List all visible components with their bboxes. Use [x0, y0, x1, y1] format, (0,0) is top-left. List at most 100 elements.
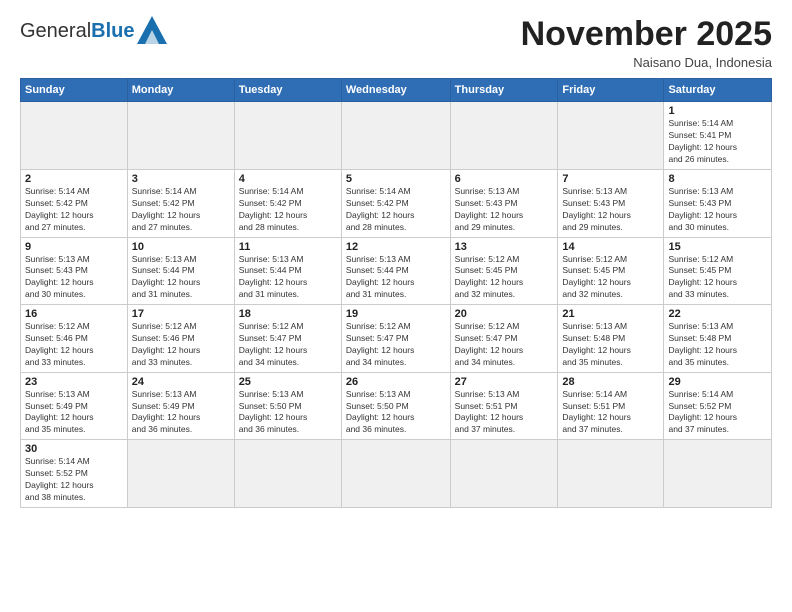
header: GeneralBlue November 2025 Naisano Dua, I… [20, 16, 772, 70]
day-info: Sunrise: 5:13 AM Sunset: 5:43 PM Dayligh… [455, 186, 554, 234]
day-info: Sunrise: 5:12 AM Sunset: 5:46 PM Dayligh… [25, 321, 123, 369]
day-info: Sunrise: 5:12 AM Sunset: 5:45 PM Dayligh… [562, 254, 659, 302]
day-info: Sunrise: 5:13 AM Sunset: 5:48 PM Dayligh… [562, 321, 659, 369]
day-cell: 7Sunrise: 5:13 AM Sunset: 5:43 PM Daylig… [558, 169, 664, 237]
day-cell [450, 102, 558, 170]
day-cell: 27Sunrise: 5:13 AM Sunset: 5:51 PM Dayli… [450, 372, 558, 440]
day-number: 25 [239, 376, 337, 388]
day-number: 2 [25, 173, 123, 185]
day-number: 14 [562, 241, 659, 253]
day-info: Sunrise: 5:14 AM Sunset: 5:41 PM Dayligh… [668, 118, 767, 166]
day-info: Sunrise: 5:13 AM Sunset: 5:50 PM Dayligh… [239, 389, 337, 437]
day-number: 12 [346, 241, 446, 253]
day-info: Sunrise: 5:13 AM Sunset: 5:43 PM Dayligh… [25, 254, 123, 302]
weekday-header-row: Sunday Monday Tuesday Wednesday Thursday… [21, 79, 772, 102]
day-cell [127, 102, 234, 170]
day-number: 15 [668, 241, 767, 253]
day-info: Sunrise: 5:12 AM Sunset: 5:47 PM Dayligh… [239, 321, 337, 369]
page: GeneralBlue November 2025 Naisano Dua, I… [0, 0, 792, 612]
day-number: 17 [132, 308, 230, 320]
day-info: Sunrise: 5:13 AM Sunset: 5:51 PM Dayligh… [455, 389, 554, 437]
day-cell: 13Sunrise: 5:12 AM Sunset: 5:45 PM Dayli… [450, 237, 558, 305]
day-info: Sunrise: 5:12 AM Sunset: 5:46 PM Dayligh… [132, 321, 230, 369]
day-cell [664, 440, 772, 508]
day-cell: 26Sunrise: 5:13 AM Sunset: 5:50 PM Dayli… [341, 372, 450, 440]
day-info: Sunrise: 5:13 AM Sunset: 5:43 PM Dayligh… [668, 186, 767, 234]
day-info: Sunrise: 5:14 AM Sunset: 5:42 PM Dayligh… [346, 186, 446, 234]
day-cell: 6Sunrise: 5:13 AM Sunset: 5:43 PM Daylig… [450, 169, 558, 237]
day-number: 1 [668, 105, 767, 117]
day-number: 3 [132, 173, 230, 185]
month-title: November 2025 [521, 16, 772, 53]
day-cell: 24Sunrise: 5:13 AM Sunset: 5:49 PM Dayli… [127, 372, 234, 440]
day-number: 24 [132, 376, 230, 388]
header-thursday: Thursday [450, 79, 558, 102]
day-number: 30 [25, 443, 123, 455]
week-row-3: 16Sunrise: 5:12 AM Sunset: 5:46 PM Dayli… [21, 305, 772, 373]
day-info: Sunrise: 5:14 AM Sunset: 5:51 PM Dayligh… [562, 389, 659, 437]
day-cell [341, 440, 450, 508]
day-info: Sunrise: 5:13 AM Sunset: 5:44 PM Dayligh… [239, 254, 337, 302]
day-info: Sunrise: 5:13 AM Sunset: 5:49 PM Dayligh… [25, 389, 123, 437]
day-cell [234, 102, 341, 170]
day-info: Sunrise: 5:14 AM Sunset: 5:42 PM Dayligh… [132, 186, 230, 234]
calendar-table: Sunday Monday Tuesday Wednesday Thursday… [20, 78, 772, 507]
day-cell: 21Sunrise: 5:13 AM Sunset: 5:48 PM Dayli… [558, 305, 664, 373]
day-cell: 1Sunrise: 5:14 AM Sunset: 5:41 PM Daylig… [664, 102, 772, 170]
day-number: 19 [346, 308, 446, 320]
day-info: Sunrise: 5:14 AM Sunset: 5:52 PM Dayligh… [25, 456, 123, 504]
day-info: Sunrise: 5:13 AM Sunset: 5:50 PM Dayligh… [346, 389, 446, 437]
day-cell [341, 102, 450, 170]
day-cell: 30Sunrise: 5:14 AM Sunset: 5:52 PM Dayli… [21, 440, 128, 508]
day-number: 21 [562, 308, 659, 320]
header-monday: Monday [127, 79, 234, 102]
day-cell: 4Sunrise: 5:14 AM Sunset: 5:42 PM Daylig… [234, 169, 341, 237]
day-cell: 10Sunrise: 5:13 AM Sunset: 5:44 PM Dayli… [127, 237, 234, 305]
day-number: 16 [25, 308, 123, 320]
day-number: 18 [239, 308, 337, 320]
day-cell: 18Sunrise: 5:12 AM Sunset: 5:47 PM Dayli… [234, 305, 341, 373]
subtitle: Naisano Dua, Indonesia [521, 55, 772, 70]
day-number: 5 [346, 173, 446, 185]
day-cell: 5Sunrise: 5:14 AM Sunset: 5:42 PM Daylig… [341, 169, 450, 237]
day-cell: 2Sunrise: 5:14 AM Sunset: 5:42 PM Daylig… [21, 169, 128, 237]
day-cell: 22Sunrise: 5:13 AM Sunset: 5:48 PM Dayli… [664, 305, 772, 373]
day-info: Sunrise: 5:14 AM Sunset: 5:42 PM Dayligh… [25, 186, 123, 234]
day-cell [21, 102, 128, 170]
day-cell [234, 440, 341, 508]
day-cell: 12Sunrise: 5:13 AM Sunset: 5:44 PM Dayli… [341, 237, 450, 305]
day-cell: 25Sunrise: 5:13 AM Sunset: 5:50 PM Dayli… [234, 372, 341, 440]
day-number: 6 [455, 173, 554, 185]
header-saturday: Saturday [664, 79, 772, 102]
day-cell [450, 440, 558, 508]
week-row-0: 1Sunrise: 5:14 AM Sunset: 5:41 PM Daylig… [21, 102, 772, 170]
day-cell [558, 102, 664, 170]
day-cell: 8Sunrise: 5:13 AM Sunset: 5:43 PM Daylig… [664, 169, 772, 237]
day-cell: 19Sunrise: 5:12 AM Sunset: 5:47 PM Dayli… [341, 305, 450, 373]
day-info: Sunrise: 5:14 AM Sunset: 5:42 PM Dayligh… [239, 186, 337, 234]
day-cell: 23Sunrise: 5:13 AM Sunset: 5:49 PM Dayli… [21, 372, 128, 440]
day-number: 27 [455, 376, 554, 388]
day-cell: 9Sunrise: 5:13 AM Sunset: 5:43 PM Daylig… [21, 237, 128, 305]
day-info: Sunrise: 5:12 AM Sunset: 5:47 PM Dayligh… [346, 321, 446, 369]
day-number: 26 [346, 376, 446, 388]
day-number: 23 [25, 376, 123, 388]
day-number: 11 [239, 241, 337, 253]
day-number: 10 [132, 241, 230, 253]
day-info: Sunrise: 5:13 AM Sunset: 5:44 PM Dayligh… [132, 254, 230, 302]
week-row-2: 9Sunrise: 5:13 AM Sunset: 5:43 PM Daylig… [21, 237, 772, 305]
day-cell: 29Sunrise: 5:14 AM Sunset: 5:52 PM Dayli… [664, 372, 772, 440]
day-cell: 15Sunrise: 5:12 AM Sunset: 5:45 PM Dayli… [664, 237, 772, 305]
day-info: Sunrise: 5:12 AM Sunset: 5:45 PM Dayligh… [455, 254, 554, 302]
day-number: 13 [455, 241, 554, 253]
day-info: Sunrise: 5:14 AM Sunset: 5:52 PM Dayligh… [668, 389, 767, 437]
day-number: 29 [668, 376, 767, 388]
day-cell: 17Sunrise: 5:12 AM Sunset: 5:46 PM Dayli… [127, 305, 234, 373]
day-cell: 3Sunrise: 5:14 AM Sunset: 5:42 PM Daylig… [127, 169, 234, 237]
day-cell: 11Sunrise: 5:13 AM Sunset: 5:44 PM Dayli… [234, 237, 341, 305]
day-cell: 28Sunrise: 5:14 AM Sunset: 5:51 PM Dayli… [558, 372, 664, 440]
header-sunday: Sunday [21, 79, 128, 102]
day-info: Sunrise: 5:13 AM Sunset: 5:49 PM Dayligh… [132, 389, 230, 437]
day-number: 20 [455, 308, 554, 320]
day-info: Sunrise: 5:12 AM Sunset: 5:47 PM Dayligh… [455, 321, 554, 369]
